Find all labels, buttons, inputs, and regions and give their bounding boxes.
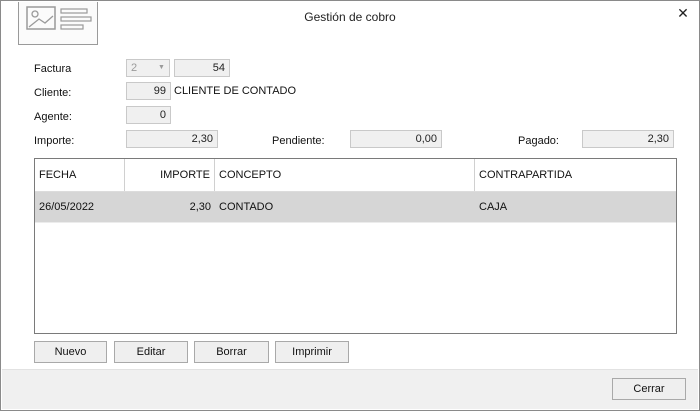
cliente-label: Cliente:: [34, 87, 72, 99]
pagado-field[interactable]: 2,30: [582, 130, 674, 148]
pendiente-field[interactable]: 0,00: [350, 130, 442, 148]
table-header: FECHA IMPORTE CONCEPTO CONTRAPARTIDA: [35, 159, 676, 192]
importe-label: Importe:: [34, 135, 75, 147]
factura-numero-field[interactable]: 54: [174, 59, 230, 77]
cell-fecha: 26/05/2022: [39, 201, 95, 213]
imprimir-button[interactable]: Imprimir: [275, 341, 349, 363]
editar-button[interactable]: Editar: [114, 341, 188, 363]
factura-label: Factura: [34, 63, 72, 75]
column-header-concepto[interactable]: CONCEPTO: [215, 159, 475, 191]
factura-serie-value: 2: [131, 62, 138, 74]
cliente-nombre: CLIENTE DE CONTADO: [174, 85, 297, 97]
agente-field[interactable]: 0: [126, 106, 171, 124]
table-row[interactable]: 26/05/2022 2,30 CONTADO CAJA: [35, 192, 676, 223]
close-icon[interactable]: ✕: [675, 5, 691, 21]
cobros-table[interactable]: FECHA IMPORTE CONCEPTO CONTRAPARTIDA 26/…: [34, 158, 677, 334]
borrar-button[interactable]: Borrar: [194, 341, 269, 363]
nuevo-button[interactable]: Nuevo: [34, 341, 107, 363]
cliente-codigo-field[interactable]: 99: [126, 82, 171, 100]
cell-contrapartida: CAJA: [479, 201, 508, 213]
cell-concepto: CONTADO: [219, 201, 274, 213]
agente-label: Agente:: [34, 111, 72, 123]
factura-serie-select[interactable]: 2 ▼: [126, 59, 170, 77]
cell-importe: 2,30: [189, 201, 211, 213]
column-header-importe[interactable]: IMPORTE: [125, 159, 215, 191]
column-header-fecha[interactable]: FECHA: [35, 159, 125, 191]
window-title: Gestión de cobro: [304, 10, 396, 24]
cerrar-button[interactable]: Cerrar: [612, 378, 686, 400]
importe-field[interactable]: 2,30: [126, 130, 218, 148]
chevron-down-icon: ▼: [158, 64, 165, 71]
column-header-contrapartida[interactable]: CONTRAPARTIDA: [475, 159, 676, 191]
pagado-label: Pagado:: [518, 135, 559, 147]
dialog-window: Gestión de cobro ✕ Factura 2 ▼ 54 Client…: [0, 0, 700, 411]
dialog-footer: Cerrar: [2, 369, 698, 409]
pendiente-label: Pendiente:: [272, 135, 325, 147]
